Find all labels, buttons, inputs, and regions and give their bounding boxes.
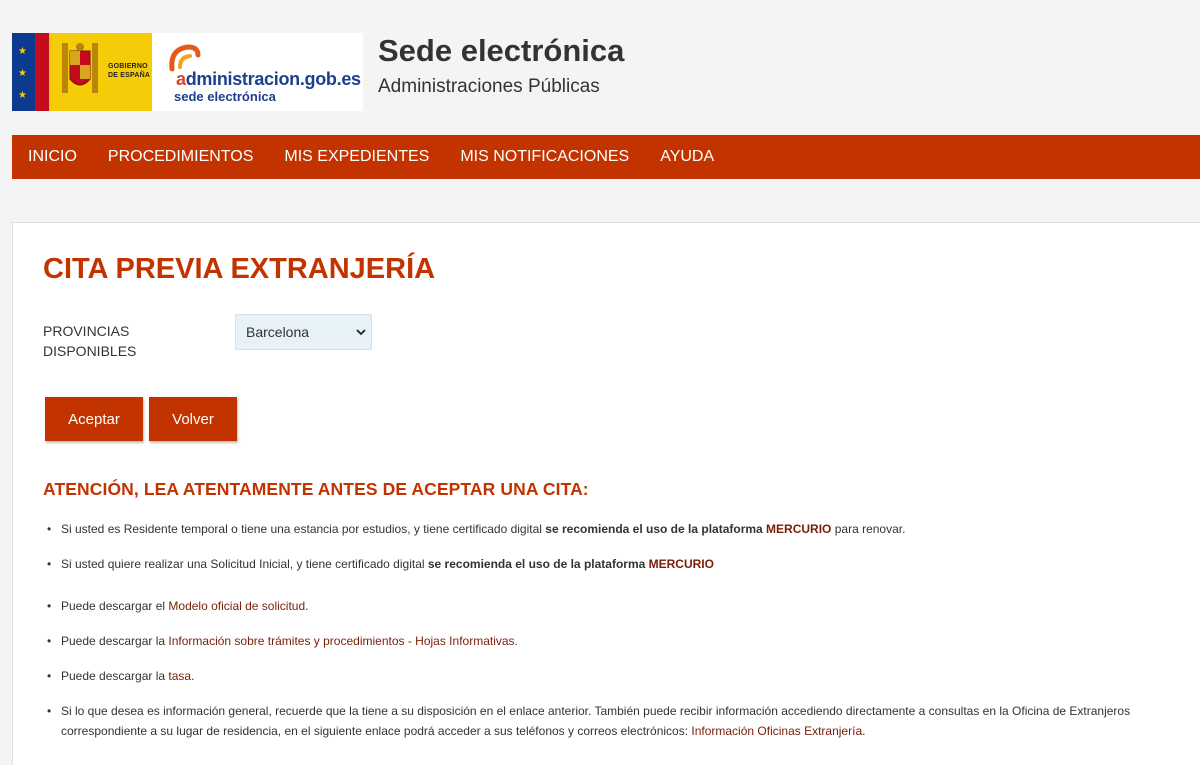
list-item: Si usted es Residente temporal o tiene u…: [47, 519, 1192, 539]
list-item: Puede descargar la Información sobre trá…: [47, 631, 1192, 651]
bullet-text: Si usted es Residente temporal o tiene u…: [61, 522, 546, 536]
page-title: CITA PREVIA EXTRANJERÍA: [43, 253, 436, 285]
gobierno-text: GOBIERNO DE ESPAÑA: [108, 62, 150, 80]
gob-line-2: DE ESPAÑA: [108, 72, 151, 79]
tasa-link[interactable]: tasa: [168, 669, 191, 683]
mercurio-link[interactable]: MERCURIO: [649, 557, 714, 571]
administracion-logo[interactable]: administracion.gob.es sede electrónica: [152, 33, 363, 111]
bullet-tail: .: [514, 634, 518, 648]
bullet-strong-text: se recomienda el uso de la plataforma: [427, 557, 649, 571]
site-title: Sede electrónica: [378, 33, 625, 68]
info-list: Si usted es Residente temporal o tiene u…: [47, 519, 1192, 741]
bullet-text: Puede descargar la: [61, 634, 169, 648]
site-header: ★ ★ ★ GOBIERNO DE ESPAÑA administracion.…: [0, 0, 1200, 135]
hojas-informativas-link[interactable]: Información sobre trámites y procedimien…: [168, 634, 514, 648]
admin-subtext: sede electrónica: [174, 89, 276, 104]
chevron-down-icon: [356, 329, 366, 336]
nav-item-ayuda[interactable]: AYUDA: [660, 148, 714, 166]
oficinas-extranjeria-link[interactable]: Información Oficinas Extranjería: [691, 724, 862, 738]
nav-item-inicio[interactable]: INICIO: [28, 148, 77, 166]
nav-item-mis-expedientes[interactable]: MIS EXPEDIENTES: [284, 148, 429, 166]
spain-flag-band: [35, 33, 49, 111]
province-label-line-2: DISPONIBLES: [43, 343, 137, 359]
province-label-line-1: PROVINCIAS: [43, 323, 130, 339]
mercurio-link[interactable]: MERCURIO: [766, 522, 831, 536]
modelo-solicitud-link[interactable]: Modelo oficial de solicitud: [168, 599, 305, 613]
main-nav: INICIO PROCEDIMIENTOS MIS EXPEDIENTES MI…: [12, 135, 1200, 179]
list-item: Si usted quiere realizar una Solicitud I…: [47, 554, 1192, 574]
coat-of-arms-icon: [62, 43, 98, 93]
list-item: Puede descargar el Modelo oficial de sol…: [47, 596, 1192, 616]
admin-wordmark: administracion.gob.es: [176, 69, 361, 90]
gob-line-1: GOBIERNO: [108, 63, 148, 70]
bullet-text: Si lo que desea es información general, …: [61, 704, 1131, 738]
bullet-text: Si usted quiere realizar una Solicitud I…: [61, 557, 428, 571]
province-selected-value: Barcelona: [246, 324, 310, 340]
eu-flag-band: ★ ★ ★: [12, 33, 35, 111]
bullet-text: Puede descargar la: [61, 669, 169, 683]
gobierno-espana-logo[interactable]: ★ ★ ★ GOBIERNO DE ESPAÑA: [12, 33, 152, 111]
bullet-tail: para renovar.: [831, 522, 906, 536]
nav-item-mis-notificaciones[interactable]: MIS NOTIFICACIONES: [460, 148, 629, 166]
province-select[interactable]: Barcelona: [235, 314, 372, 350]
province-label: PROVINCIAS DISPONIBLES: [43, 321, 173, 361]
content-panel: CITA PREVIA EXTRANJERÍA PROVINCIAS DISPO…: [12, 222, 1200, 765]
admin-main-text: dministracion.gob.es: [185, 69, 361, 89]
bullet-strong-text: se recomienda el uso de la plataforma: [545, 522, 767, 536]
nav-item-procedimientos[interactable]: PROCEDIMIENTOS: [108, 148, 254, 166]
admin-prefix: a: [176, 69, 186, 89]
list-item: Si lo que desea es información general, …: [47, 701, 1192, 741]
bullet-tail: .: [305, 599, 309, 613]
list-item: Puede descargar la tasa.: [47, 666, 1192, 686]
warning-title: ATENCIÓN, LEA ATENTAMENTE ANTES DE ACEPT…: [43, 479, 589, 499]
back-button[interactable]: Volver: [149, 397, 237, 441]
bullet-tail: .: [191, 669, 195, 683]
bullet-text: Puede descargar el: [61, 599, 169, 613]
accept-button[interactable]: Aceptar: [45, 397, 143, 441]
bullet-tail: .: [862, 724, 866, 738]
site-subtitle: Administraciones Públicas: [378, 76, 600, 97]
